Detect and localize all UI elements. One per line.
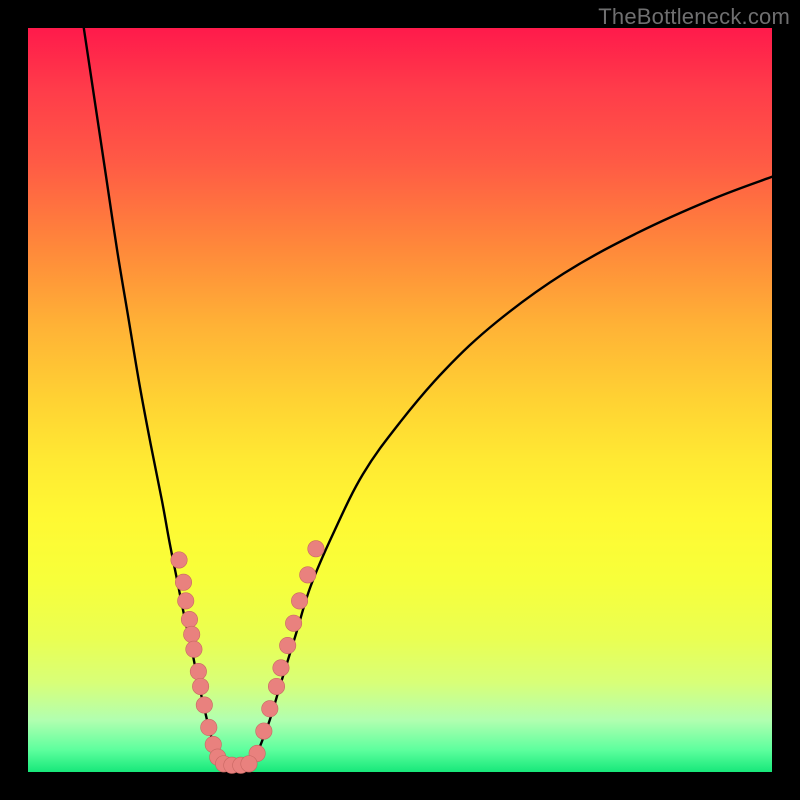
data-dot [291,593,307,609]
data-dot [268,678,284,694]
data-dot [178,593,194,609]
chart-svg [28,28,772,772]
data-dot [171,552,187,568]
plot-area [28,28,772,772]
data-dot [273,660,289,676]
curve-left-branch [84,28,222,765]
data-dot [308,541,324,557]
data-dot [201,719,217,735]
data-dot [241,756,257,772]
data-dot [300,567,316,583]
data-dot [190,663,206,679]
data-dot [256,723,272,739]
data-dot [279,637,295,653]
data-dots [171,541,324,774]
data-dot [183,626,199,642]
data-dot [192,678,208,694]
curve-right-branch [251,177,772,766]
data-dot [262,701,278,717]
data-dot [175,574,191,590]
data-dot [186,641,202,657]
watermark-text: TheBottleneck.com [598,4,790,30]
data-dot [181,611,197,627]
data-dot [285,615,301,631]
outer-frame: TheBottleneck.com [0,0,800,800]
data-dot [196,697,212,713]
